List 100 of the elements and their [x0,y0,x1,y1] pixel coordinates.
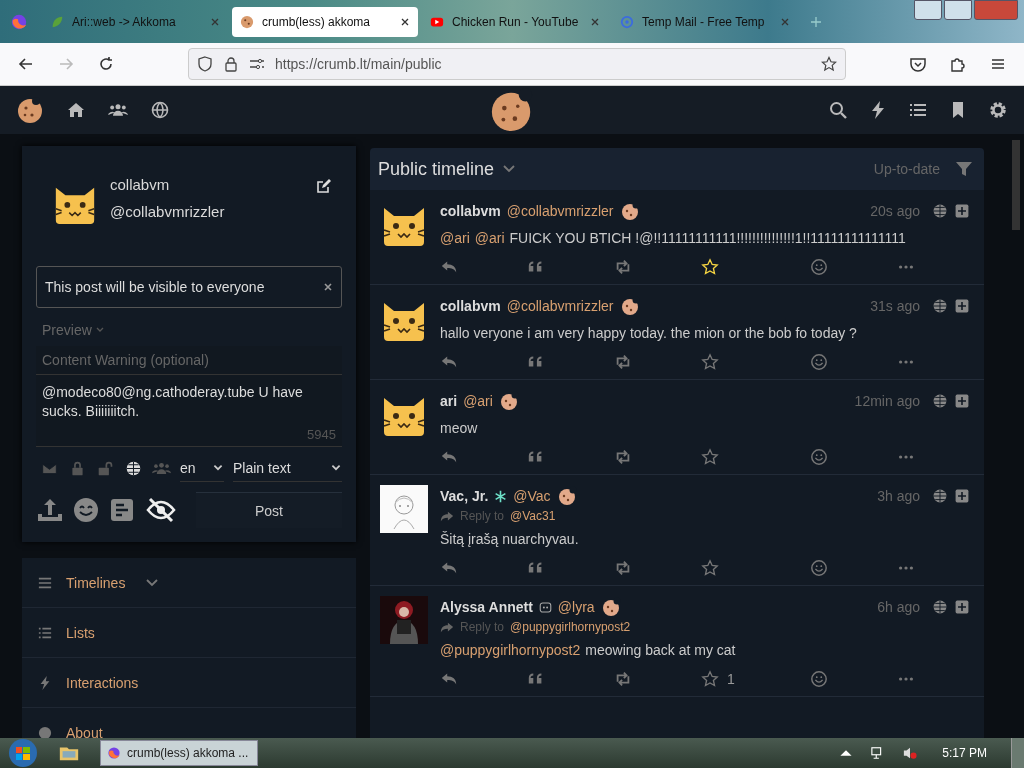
timeline-title[interactable]: Public timeline [378,158,495,180]
chevron-down-icon[interactable] [502,164,517,174]
cookie-icon [619,296,640,316]
shield-icon [197,56,213,72]
expand-icon[interactable] [954,599,970,615]
close-icon[interactable] [323,282,333,292]
filter-icon[interactable] [956,161,972,177]
post-text: meowing back at my cat [585,642,736,658]
muted-speaker-icon[interactable] [903,746,918,760]
mention-link[interactable]: @ari [440,230,470,246]
cookie-icon [556,486,577,506]
star-icon[interactable] [701,559,719,577]
author-handle[interactable]: @collabvmrizzler [506,203,614,219]
author-name[interactable]: collabvm [440,298,501,314]
reply-arrow-icon [440,509,454,523]
content-warning-field[interactable]: Content Warning (optional) [36,346,342,375]
close-icon[interactable] [400,16,410,27]
emoji-icon[interactable] [810,258,828,276]
search-icon[interactable] [828,100,848,120]
url-text: https://crumb.lt/main/public [275,56,442,72]
post-text: Šitą įrašą nuarchyvau. [440,531,579,547]
author-handle[interactable]: @collabvmrizzler [506,298,614,314]
repeat-icon[interactable] [614,258,632,276]
start-button-icon[interactable] [8,738,38,768]
repeat-icon[interactable] [614,670,632,688]
home-icon[interactable] [66,100,86,120]
browser-tab[interactable]: Ari::web -> Akkoma [42,6,228,37]
star-icon[interactable] [701,353,719,371]
nav-item[interactable]: Timelines [22,558,356,608]
globe-icon[interactable] [150,100,170,120]
bookmark-star-icon[interactable] [821,56,837,72]
post-text-field[interactable]: @modeco80@ng.cathoderay.tube U have sucks. Biiiiiiitch. 5945 [36,375,342,447]
browser-tab[interactable]: Chicken Run - YouTube [422,6,608,37]
info-icon [38,725,52,738]
edit-icon[interactable] [316,178,332,194]
firefox-icon[interactable] [10,12,28,31]
user-name: collabvm [110,176,171,193]
upload-icon[interactable] [36,496,64,524]
author-name[interactable]: ari [440,393,458,409]
emoji-icon[interactable] [810,353,828,371]
mention-link[interactable]: @ari [474,230,505,246]
window-controls[interactable] [914,0,1018,20]
author-name[interactable]: collabvm [440,203,501,219]
new-tab-icon[interactable] [810,15,822,28]
author-name[interactable]: Vac, Jr. [440,488,489,504]
emoji-icon[interactable] [810,670,828,688]
emoji-icon[interactable] [72,496,100,524]
user-handle: @collabvmrizzler [110,203,226,220]
author-handle[interactable]: @lyra [557,599,595,615]
mention-link[interactable]: @puppygirlhornypost2 [440,642,581,658]
cookie-icon [240,14,254,29]
star-icon[interactable] [701,670,719,688]
repeat-icon[interactable] [614,353,632,371]
character-count: 5945 [307,427,336,442]
emoji-icon[interactable] [810,448,828,466]
list-icon [38,625,52,640]
format-select[interactable]: Plain text [233,455,342,482]
browser-tab[interactable]: Temp Mail - Free Temp [612,6,798,37]
emoji-icon[interactable] [810,559,828,577]
reply-mention[interactable]: @Vac31 [510,509,556,523]
expand-icon[interactable] [954,203,970,219]
unlock-icon[interactable] [96,460,115,477]
nav-item[interactable]: Interactions [22,658,356,708]
permissions-icon [249,56,265,72]
globe-icon [932,488,948,504]
post-text: hallo veryone i am very happy today. the mion or the bob fo today ? [440,325,857,341]
browser-tab[interactable]: crumb(less) akkoma [232,6,418,37]
repeat-icon[interactable] [614,559,632,577]
globe-icon [932,393,948,409]
eye-slash-icon[interactable] [144,496,178,524]
at-sign-icon [620,14,634,29]
reply-label: Reply to [460,509,505,523]
leaf-icon [50,14,64,29]
author-handle[interactable]: @ari [463,393,493,409]
cookie-logo-icon[interactable] [16,96,44,124]
globe-icon[interactable] [124,460,143,477]
reply-mention[interactable]: @puppygirlhornypost2 [510,620,631,634]
cookie-icon [600,597,621,617]
settings-icon[interactable] [988,100,1008,120]
star-icon[interactable] [701,448,719,466]
globe-icon [932,203,948,219]
bolt-icon [38,675,52,690]
expand-icon[interactable] [954,393,970,409]
nav-item[interactable]: Lists [22,608,356,658]
expand-icon[interactable] [954,488,970,504]
taskbar-button[interactable]: crumb(less) akkoma ... [100,740,258,766]
address-bar[interactable]: https://crumb.lt/main/public [188,48,846,80]
language-select[interactable]: en [180,455,224,482]
author-name[interactable]: Alyssa Annett [440,599,533,615]
menu-icon [38,575,52,590]
poll-icon[interactable] [108,496,136,524]
clock[interactable]: 5:17 PM [942,746,987,760]
repeat-icon[interactable] [614,448,632,466]
expand-icon[interactable] [954,298,970,314]
cookie-icon [498,391,519,411]
reply-arrow-icon [440,620,454,634]
author-handle[interactable]: @Vac [513,488,551,504]
scrollbar-thumb[interactable] [1012,140,1020,230]
reply-label: Reply to [460,620,505,634]
firefox-icon [107,746,121,760]
